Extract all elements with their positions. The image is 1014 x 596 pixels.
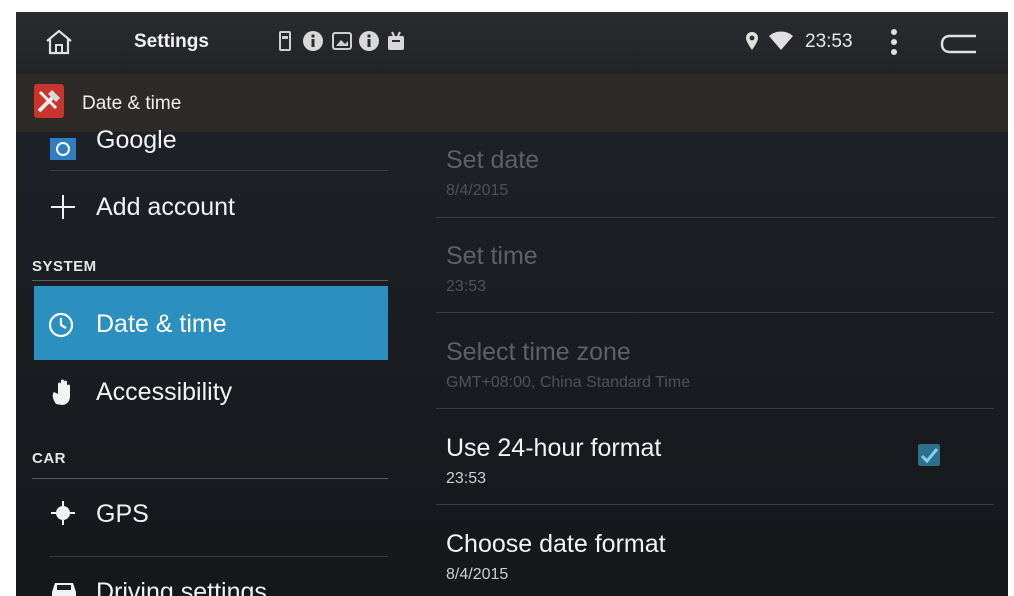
checkmark-icon [920,448,939,464]
divider [32,280,388,281]
sidebar-item-accessibility[interactable]: Accessibility [34,362,388,424]
gps-icon [51,501,75,525]
set-date-preference[interactable]: Set date 8/4/2015 [446,146,994,210]
use-24-hour-format-preference[interactable]: Use 24-hour format 23:53 [446,434,994,498]
overflow-menu-icon[interactable] [890,27,898,57]
status-app-title: Settings [134,31,209,52]
home-icon[interactable] [44,28,74,56]
divider [436,312,994,313]
sidebar-item-add-account[interactable]: Add account [34,178,388,240]
set-time-preference[interactable]: Set time 23:53 [446,242,994,306]
sidebar-item-label: Add account [96,193,235,221]
sidebar-item-label: Driving settings [96,578,267,596]
preference-summary: GMT+08:00, China Standard Time [446,374,691,391]
image-icon [332,32,352,50]
preference-title: Set time [446,242,538,270]
sidebar-item-gps[interactable]: GPS [34,486,388,548]
info-icon [359,31,379,51]
section-header-system: SYSTEM [32,258,97,275]
status-clock: 23:53 [805,31,853,52]
divider [50,170,388,171]
use-24-hour-checkbox[interactable] [918,444,940,466]
android-icon [388,31,404,50]
preference-summary: 8/4/2015 [446,566,509,583]
section-header-car: CAR [32,450,66,467]
preference-summary: 23:53 [446,470,487,487]
info-icon [303,31,323,51]
preference-title: Choose date format [446,530,666,558]
settings-app-icon [34,84,64,118]
sidebar-item-label: Accessibility [96,378,233,406]
preference-summary: 23:53 [446,278,487,295]
sidebar-item-label: Google [96,126,177,154]
device-screen: Settings 23:53 Date & time Google Add ac… [16,12,1008,596]
google-account-icon [50,138,76,160]
car-icon [52,583,76,596]
clock-icon [48,312,74,338]
preference-summary: 8/4/2015 [446,182,509,199]
sidebar-item-label: GPS [96,500,149,528]
sidebar-item-label: Date & time [96,310,227,338]
sidebar-item-google[interactable]: Google [34,124,388,164]
divider [436,504,994,505]
page-title: Date & time [82,93,182,114]
choose-date-format-preference[interactable]: Choose date format 8/4/2015 [446,530,994,594]
divider [436,408,994,409]
back-icon[interactable] [940,32,980,56]
preference-title: Select time zone [446,338,631,366]
location-icon [746,32,758,50]
status-bar: Settings 23:53 [16,12,1008,74]
sidebar-item-date-time[interactable]: Date & time [34,286,388,360]
sidebar-item-driving-settings[interactable]: Driving settings [34,564,388,596]
wifi-icon [769,31,793,50]
preference-title: Use 24-hour format [446,434,662,462]
divider [50,556,388,557]
hand-icon [52,379,70,405]
select-time-zone-preference[interactable]: Select time zone GMT+08:00, China Standa… [446,338,994,402]
sd-card-icon [279,31,291,51]
divider [436,217,994,218]
plus-icon [51,195,75,219]
divider [32,478,388,479]
preference-title: Set date [446,146,540,174]
